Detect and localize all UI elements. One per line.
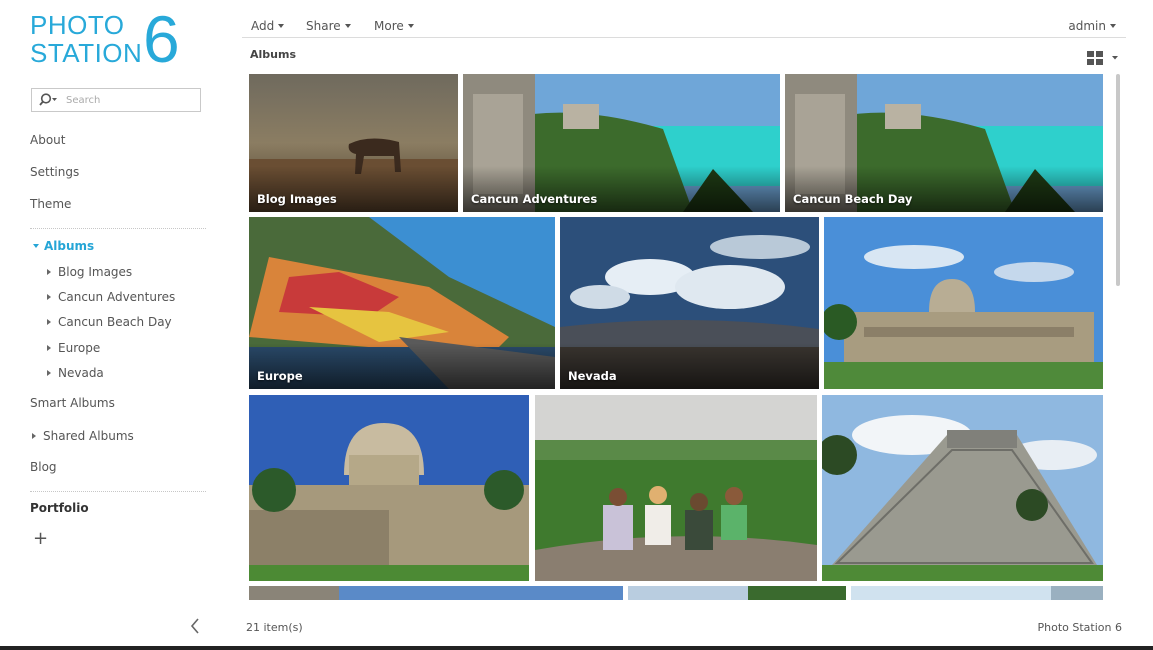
sidebar-item-albums[interactable]: Albums bbox=[33, 239, 94, 253]
expand-arrow-icon bbox=[32, 433, 36, 439]
sidebar-album-cancun-adventures[interactable]: Cancun Adventures bbox=[47, 290, 175, 304]
chevron-down-icon bbox=[407, 24, 414, 28]
sidebar-album-label: Nevada bbox=[58, 366, 104, 380]
bottom-border bbox=[0, 646, 1153, 650]
search-input[interactable] bbox=[66, 92, 196, 108]
chevron-down-icon bbox=[1110, 24, 1116, 28]
partial-photo bbox=[628, 586, 846, 600]
partial-photo bbox=[851, 586, 1103, 600]
album-tile[interactable]: Nevada bbox=[560, 217, 819, 389]
album-title: Blog Images bbox=[257, 192, 337, 206]
album-grid: Blog Images Cancun Adventures Cancun Bea… bbox=[249, 74, 1107, 600]
logo-line1: PHOTO bbox=[30, 10, 125, 40]
sidebar-item-albums-label: Albums bbox=[44, 239, 95, 253]
add-menu-button[interactable]: Add bbox=[251, 19, 285, 33]
app-logo: PHOTO STATION 6 bbox=[30, 2, 190, 76]
sidebar-item-shared-albums-label: Shared Albums bbox=[43, 429, 134, 443]
sidebar-item-shared-albums[interactable]: Shared Albums bbox=[32, 429, 134, 443]
search-icon[interactable] bbox=[39, 92, 59, 108]
sidebar-divider bbox=[30, 228, 206, 229]
sidebar-album-label: Cancun Adventures bbox=[58, 290, 176, 304]
add-portfolio-button[interactable]: + bbox=[33, 530, 48, 548]
logo-line2: STATION bbox=[30, 38, 143, 68]
user-name: admin bbox=[1068, 19, 1106, 33]
expand-arrow-icon bbox=[47, 345, 51, 351]
album-title: Nevada bbox=[568, 369, 617, 383]
album-tile[interactable]: Cancun Adventures bbox=[463, 74, 780, 212]
album-tile[interactable]: Cancun Beach Day bbox=[785, 74, 1103, 212]
sidebar-item-blog[interactable]: Blog bbox=[30, 460, 57, 474]
sidebar-divider bbox=[30, 491, 206, 492]
album-tile[interactable]: Blog Images bbox=[249, 74, 458, 212]
sidebar-item-settings[interactable]: Settings bbox=[30, 165, 79, 179]
expand-arrow-icon bbox=[47, 319, 51, 325]
sidebar-item-smart-albums[interactable]: Smart Albums bbox=[30, 396, 115, 410]
sidebar-album-blog-images[interactable]: Blog Images bbox=[47, 265, 132, 279]
share-menu-button[interactable]: Share bbox=[306, 19, 351, 33]
album-tile[interactable]: Europe bbox=[249, 217, 555, 389]
top-toolbar: Add Share More admin bbox=[242, 0, 1126, 38]
album-title: Cancun Adventures bbox=[471, 192, 598, 206]
album-tile[interactable] bbox=[628, 586, 846, 600]
sidebar: PHOTO STATION 6 About Settings Theme Alb… bbox=[0, 0, 222, 650]
grid-view-icon bbox=[1087, 51, 1118, 65]
sidebar-album-label: Europe bbox=[58, 341, 101, 355]
expand-arrow-icon bbox=[47, 370, 51, 376]
sidebar-album-nevada[interactable]: Nevada bbox=[47, 366, 104, 380]
chevron-down-icon bbox=[278, 24, 285, 28]
sidebar-item-theme[interactable]: Theme bbox=[30, 197, 71, 211]
footer-brand: Photo Station 6 bbox=[1037, 621, 1122, 634]
sidebar-album-europe[interactable]: Europe bbox=[47, 341, 100, 355]
album-title: Europe bbox=[257, 369, 303, 383]
user-menu-button[interactable]: admin bbox=[1068, 19, 1116, 33]
view-mode-button[interactable] bbox=[1087, 50, 1121, 66]
more-menu-button[interactable]: More bbox=[374, 19, 414, 33]
album-tile[interactable] bbox=[535, 395, 817, 581]
sidebar-item-portfolio[interactable]: Portfolio bbox=[30, 501, 89, 515]
album-tile[interactable] bbox=[822, 395, 1103, 581]
search-box[interactable] bbox=[31, 88, 201, 112]
partial-photo bbox=[249, 586, 623, 600]
album-tile[interactable] bbox=[824, 217, 1103, 389]
sidebar-album-cancun-beach-day[interactable]: Cancun Beach Day bbox=[47, 315, 172, 329]
album-tile[interactable] bbox=[851, 586, 1103, 600]
page-title: Albums bbox=[250, 48, 296, 61]
collapse-arrow-icon bbox=[33, 244, 39, 248]
sidebar-item-about[interactable]: About bbox=[30, 133, 65, 147]
collapse-sidebar-icon[interactable] bbox=[188, 617, 202, 635]
album-tile[interactable] bbox=[249, 586, 623, 600]
more-menu-label: More bbox=[374, 19, 404, 33]
expand-arrow-icon bbox=[47, 269, 51, 275]
add-menu-label: Add bbox=[251, 19, 275, 33]
album-tile[interactable] bbox=[249, 395, 529, 581]
item-count: 21 item(s) bbox=[246, 621, 303, 634]
sidebar-album-label: Blog Images bbox=[58, 265, 133, 279]
vertical-scrollbar[interactable] bbox=[1116, 74, 1120, 286]
album-title: Cancun Beach Day bbox=[793, 192, 913, 206]
logo-number: 6 bbox=[143, 2, 180, 76]
sidebar-album-label: Cancun Beach Day bbox=[58, 315, 172, 329]
expand-arrow-icon bbox=[47, 294, 51, 300]
chevron-down-icon bbox=[344, 24, 351, 28]
share-menu-label: Share bbox=[306, 19, 341, 33]
